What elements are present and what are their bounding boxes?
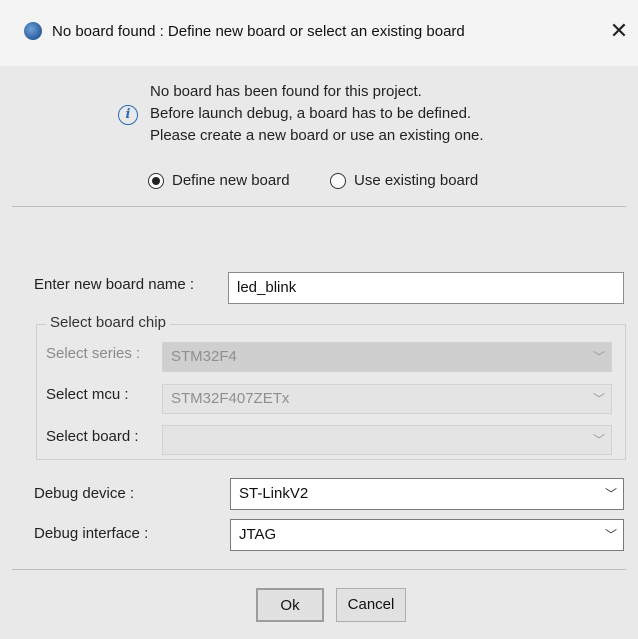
series-label: Select series : <box>46 345 141 362</box>
cancel-button[interactable]: Cancel <box>336 588 406 622</box>
message-line-2: Before launch debug, a board has to be d… <box>150 105 472 122</box>
board-label: Select board : <box>46 428 139 445</box>
mcu-value: STM32F407ZETx <box>171 390 290 407</box>
mcu-select[interactable]: STM32F407ZETx ﹀ <box>162 384 612 414</box>
define-new-board-radio[interactable] <box>148 173 164 189</box>
separator <box>12 206 626 207</box>
mcu-label: Select mcu : <box>46 386 129 403</box>
app-icon <box>24 22 42 40</box>
series-select[interactable]: STM32F4 ﹀ <box>162 342 612 372</box>
debug-device-value: ST-LinkV2 <box>239 485 309 502</box>
chevron-down-icon: ﹀ <box>592 392 605 406</box>
debug-interface-select[interactable]: JTAG ﹀ <box>230 519 624 551</box>
use-existing-board-label[interactable]: Use existing board <box>354 172 478 189</box>
debug-interface-label: Debug interface : <box>34 525 149 542</box>
series-value: STM32F4 <box>171 348 237 365</box>
info-icon: i <box>118 105 138 125</box>
chevron-down-icon: ﹀ <box>592 433 605 447</box>
chevron-down-icon: ﹀ <box>592 350 605 364</box>
board-select[interactable]: ﹀ <box>162 425 612 455</box>
chevron-down-icon: ﹀ <box>604 528 617 542</box>
debug-device-label: Debug device : <box>34 485 135 502</box>
board-name-input[interactable]: led_blink <box>228 272 624 304</box>
board-chip-group-title: Select board chip <box>46 314 170 331</box>
debug-interface-value: JTAG <box>239 526 277 543</box>
close-button[interactable]: ✕ <box>606 18 632 44</box>
title-bar: No board found : Define new board or sel… <box>0 0 638 66</box>
message-line-3: Please create a new board or use an exis… <box>150 127 484 144</box>
ok-button[interactable]: Ok <box>256 588 324 622</box>
message-line-1: No board has been found for this project… <box>150 83 422 100</box>
use-existing-board-radio[interactable] <box>330 173 346 189</box>
board-name-label: Enter new board name : <box>34 276 195 293</box>
debug-device-select[interactable]: ST-LinkV2 ﹀ <box>230 478 624 510</box>
separator <box>12 569 626 570</box>
chevron-down-icon: ﹀ <box>604 487 617 501</box>
define-new-board-label[interactable]: Define new board <box>172 172 290 189</box>
window-title: No board found : Define new board or sel… <box>52 23 465 40</box>
